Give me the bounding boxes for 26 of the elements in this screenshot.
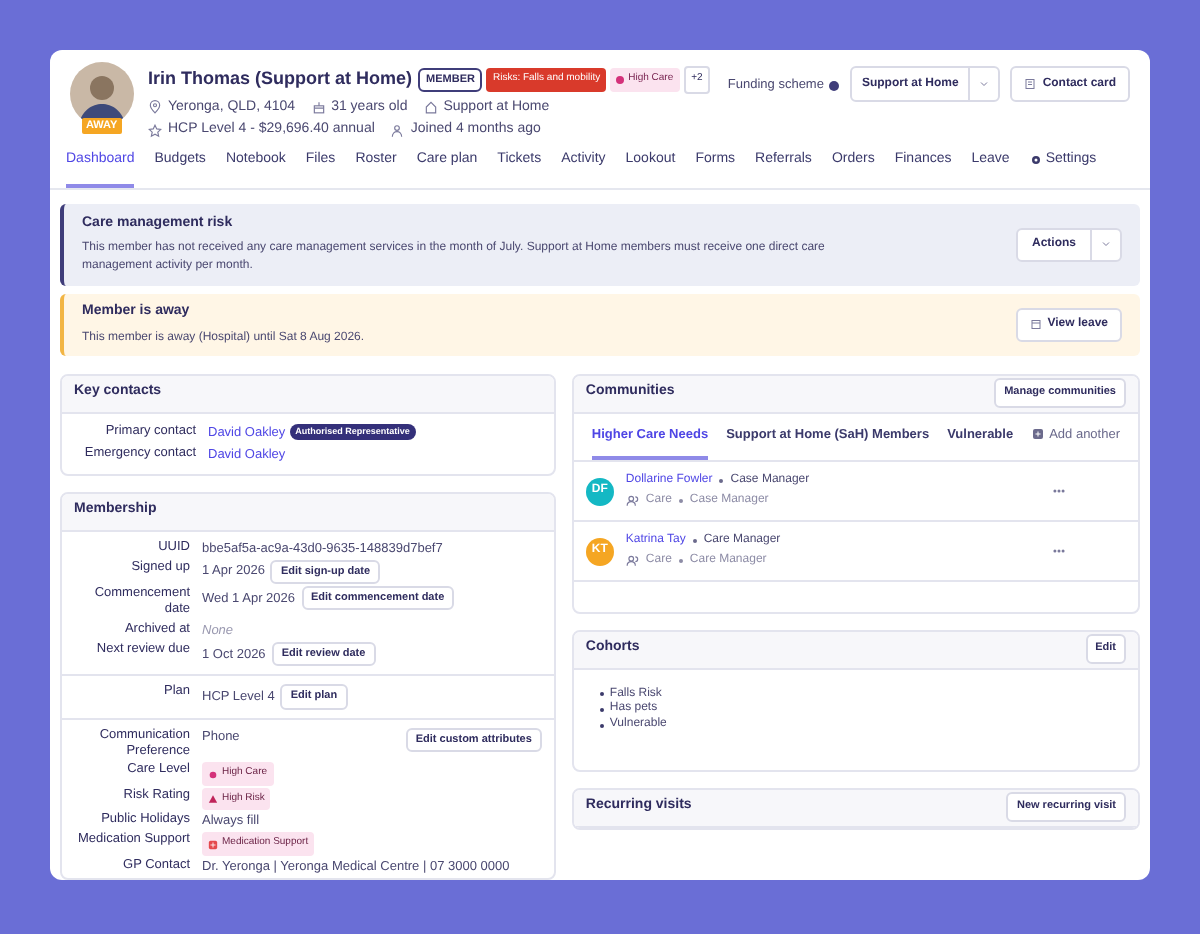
plus-icon [1031,428,1044,441]
info-icon [827,79,840,92]
chevron-down-icon [1100,238,1112,251]
person-icon [390,123,405,138]
star-icon [148,123,162,138]
warning-icon [208,794,218,805]
dot-icon [718,478,725,485]
bullet-icon [599,723,604,728]
calendar-icon [1029,318,1042,331]
dot-icon [691,538,698,545]
dot-icon [677,558,684,565]
dot-icon [677,498,684,505]
people-icon [625,554,640,569]
location-icon [148,100,162,115]
settings-icon [1029,154,1042,167]
member-name: Irin Thomas (Support at Home) [148,66,413,92]
contact-card-icon [1024,78,1037,90]
chevron-down-icon [978,78,991,90]
house-icon [423,100,438,115]
care-icon [208,769,218,780]
people-icon [625,494,640,509]
bullet-icon [599,708,604,713]
bullet-icon [599,692,604,697]
care-icon [616,75,625,84]
calendar-icon [311,100,326,115]
medication-icon [208,839,218,850]
